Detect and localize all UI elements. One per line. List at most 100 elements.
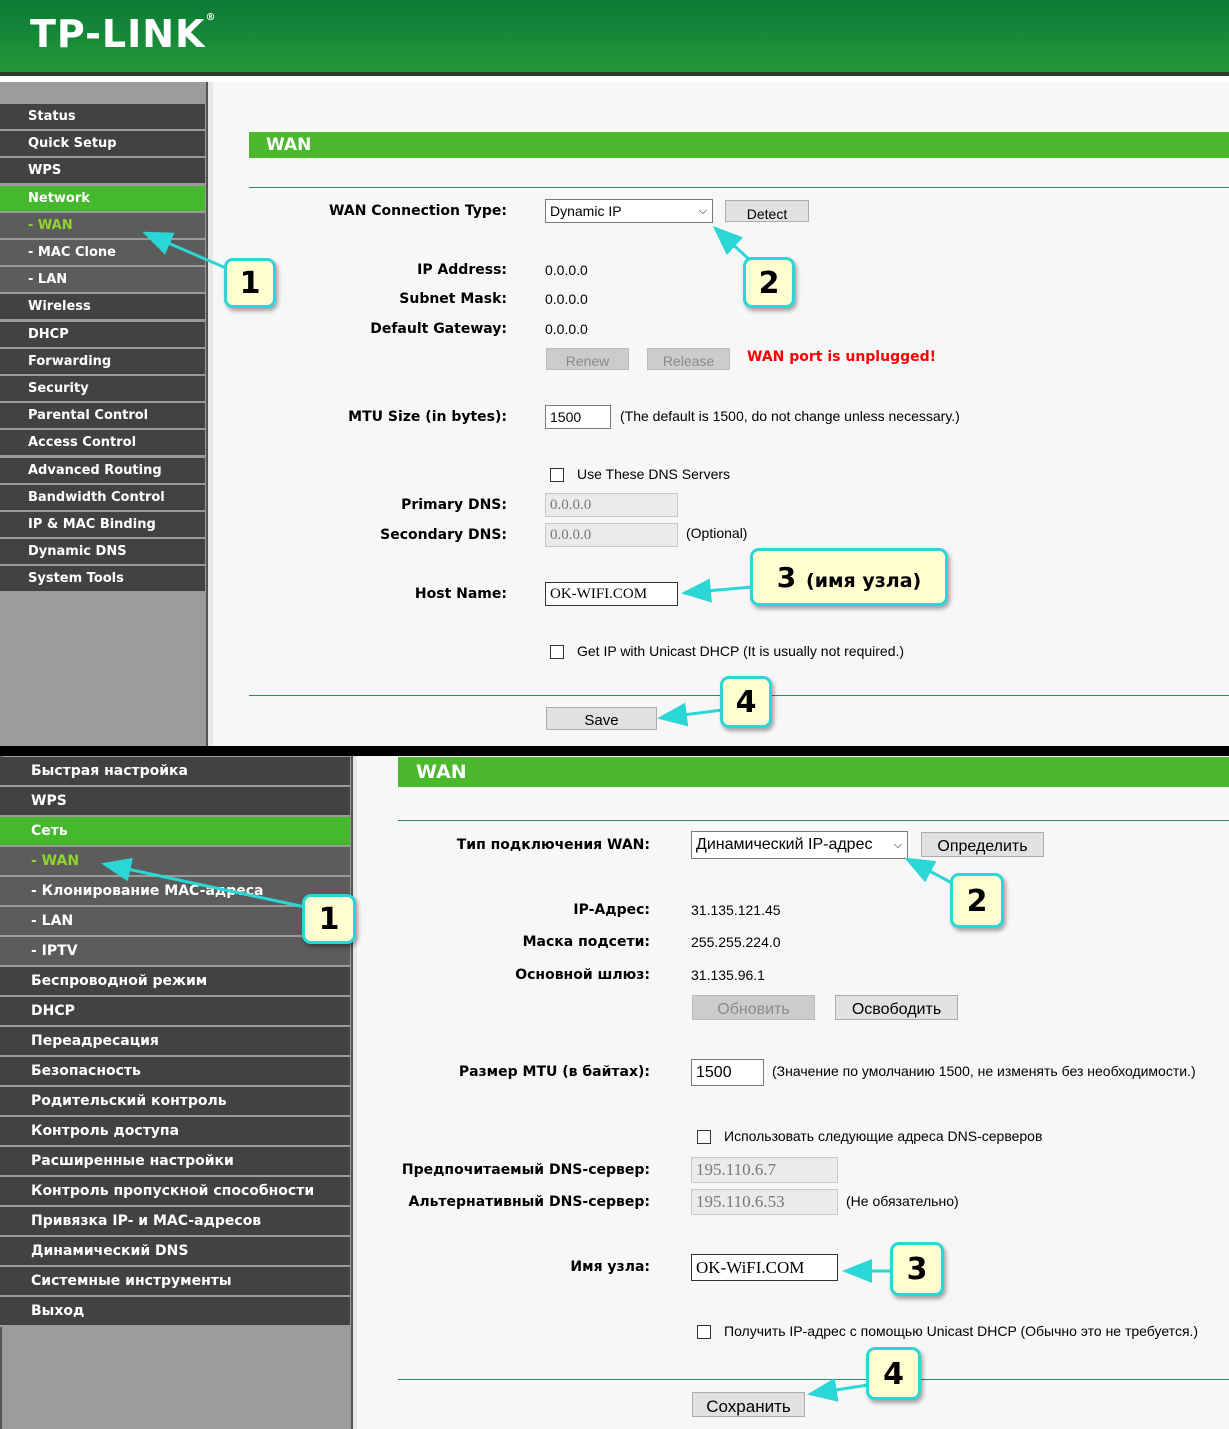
sidebar-item[interactable]: - LAN xyxy=(0,267,205,295)
release-button[interactable]: Release xyxy=(647,348,730,370)
sidebar-item[interactable]: WPS xyxy=(0,787,350,817)
use-dns-checkbox[interactable] xyxy=(697,1130,711,1144)
gateway-value: 31.135.96.1 xyxy=(691,967,765,983)
sidebar-item[interactable]: - Клонирование MAC-адреса xyxy=(0,877,350,907)
sidebar-item[interactable]: System Tools xyxy=(0,566,205,594)
sidebar-item[interactable]: - WAN xyxy=(0,212,205,240)
ip-label: IP Address: xyxy=(417,262,507,278)
sidebar-item[interactable]: Network xyxy=(0,185,205,213)
primary-dns-input[interactable]: 0.0.0.0 xyxy=(545,493,678,517)
host-name-input[interactable]: OK-WiFI.COM xyxy=(691,1254,838,1281)
sidebar-item[interactable]: Безопасность xyxy=(0,1057,350,1087)
sidebar-item[interactable]: Security xyxy=(0,376,205,403)
callout-4: 4 xyxy=(720,676,772,728)
release-button[interactable]: Освободить xyxy=(835,995,958,1020)
mtu-input[interactable]: 1500 xyxy=(691,1059,764,1086)
use-dns-label: Use These DNS Servers xyxy=(577,466,731,482)
wan-type-select[interactable]: Dynamic IP ⌵ xyxy=(545,199,713,223)
sidebar-item[interactable]: Access Control xyxy=(0,430,205,458)
wan-type-value: Dynamic IP xyxy=(550,203,622,219)
sidebar-item[interactable]: Wireless xyxy=(0,294,205,322)
sidebar-item[interactable]: Контроль пропускной способности xyxy=(0,1177,350,1207)
secondary-dns-label: Secondary DNS: xyxy=(380,527,507,543)
separator xyxy=(0,746,1229,756)
sidebar-item[interactable]: DHCP xyxy=(0,997,350,1027)
tp-link-logo: TP-LINK® xyxy=(30,12,217,56)
arrow-2-bot xyxy=(904,857,953,885)
gateway-value: 0.0.0.0 xyxy=(545,321,588,337)
sidebar-item[interactable]: Расширенные настройки маршрутизации xyxy=(0,1147,350,1197)
sidebar-item[interactable]: Родительский контроль xyxy=(0,1087,350,1117)
save-button[interactable]: Сохранить xyxy=(692,1392,805,1417)
mask-label: Маска подсети: xyxy=(522,934,650,950)
sidebar-item[interactable]: - IPTV xyxy=(0,937,350,967)
sidebar-divider xyxy=(351,756,357,1429)
host-name-input[interactable]: OK-WIFI.COM xyxy=(545,582,678,606)
gateway-label: Основной шлюз: xyxy=(515,967,650,983)
unicast-dhcp-label: Get IP with Unicast DHCP (It is usually … xyxy=(577,643,905,659)
wan-type-value: Динамический IP-адрес xyxy=(696,836,873,853)
sidebar-item[interactable]: - LAN xyxy=(0,907,350,937)
sidebar-item[interactable]: Forwarding xyxy=(0,348,205,376)
callout-3: 3 (имя узла) xyxy=(750,548,948,606)
sidebar-item[interactable]: IP & MAC Binding xyxy=(0,512,205,539)
sidebar-item[interactable]: Выход xyxy=(0,1297,350,1327)
sidebar-item[interactable]: Контроль доступа xyxy=(0,1117,350,1147)
sidebar-item[interactable]: DHCP xyxy=(0,321,205,349)
optional-note: (Не обязательно) xyxy=(846,1193,959,1209)
sidebar-item[interactable]: - WAN xyxy=(0,847,350,877)
sidebar-item[interactable]: Беспроводной режим xyxy=(0,967,350,997)
unicast-dhcp-checkbox[interactable] xyxy=(697,1325,711,1339)
arrow-2-top xyxy=(712,225,754,264)
sidebar-item[interactable]: Динамический DNS xyxy=(0,1237,350,1267)
detect-button[interactable]: Detect xyxy=(725,200,809,222)
use-dns-checkbox[interactable] xyxy=(550,468,564,482)
sidebar-item[interactable]: Parental Control xyxy=(0,403,205,431)
mtu-input[interactable]: 1500 xyxy=(545,405,611,429)
chevron-down-icon: ⌵ xyxy=(698,205,707,217)
primary-dns-input[interactable]: 195.110.6.7 xyxy=(691,1157,838,1183)
sidebar-item[interactable]: Привязка IP- и MAC-адресов xyxy=(0,1207,350,1237)
chevron-down-icon: ⌵ xyxy=(893,839,902,851)
sidebar-item[interactable]: Системные инструменты xyxy=(0,1267,350,1297)
sidebar-item[interactable]: Status xyxy=(0,104,205,131)
unicast-dhcp-label: Получить IP-адрес с помощью Unicast DHCP… xyxy=(724,1323,1199,1339)
primary-dns-label: Предпочитаемый DNS-сервер: xyxy=(401,1162,650,1178)
sidebar-item[interactable]: Dynamic DNS xyxy=(0,539,205,567)
sidebar-item[interactable]: Quick Setup xyxy=(0,131,205,159)
callout-4: 4 xyxy=(866,1347,921,1400)
arrow-4-top xyxy=(657,702,723,727)
callout-1: 1 xyxy=(302,894,356,944)
ip-value: 31.135.121.45 xyxy=(691,902,781,918)
wan-status-error: WAN port is unplugged! xyxy=(747,349,937,365)
arrow-4-bot xyxy=(807,1378,869,1402)
sidebar-item[interactable]: Переадресация xyxy=(0,1027,350,1057)
optional-note: (Optional) xyxy=(686,525,748,541)
detect-button[interactable]: Определить xyxy=(921,832,1044,857)
host-name-label: Host Name: xyxy=(414,586,507,602)
sidebar-item[interactable]: Быстрая настройка xyxy=(0,757,350,787)
callout-3-number: 3 xyxy=(776,561,797,594)
mask-value: 0.0.0.0 xyxy=(545,291,588,307)
save-button[interactable]: Save xyxy=(546,707,657,730)
unicast-dhcp-checkbox[interactable] xyxy=(550,645,564,659)
wan-type-label: Тип подключения WAN: xyxy=(456,837,650,853)
mtu-note: (The default is 1500, do not change unle… xyxy=(620,408,960,424)
page-title: WAN xyxy=(249,132,1229,158)
ip-value: 0.0.0.0 xyxy=(545,262,588,278)
wan-type-select[interactable]: Динамический IP-адрес ⌵ xyxy=(691,831,908,859)
secondary-dns-input[interactable]: 195.110.6.53 xyxy=(691,1189,838,1215)
sidebar-item[interactable]: Сеть xyxy=(0,817,350,847)
sidebar-item[interactable]: Bandwidth Control xyxy=(0,484,205,512)
sidebar-item[interactable]: - MAC Clone xyxy=(0,240,205,267)
renew-button[interactable]: Обновить xyxy=(692,995,815,1020)
divider xyxy=(398,1379,1229,1380)
secondary-dns-input[interactable]: 0.0.0.0 xyxy=(545,523,678,547)
host-name-label: Имя узла: xyxy=(570,1259,650,1275)
sidebar-item[interactable]: WPS xyxy=(0,158,205,186)
sidebar-item[interactable]: Advanced Routing xyxy=(0,457,205,485)
header-banner: TP-LINK® xyxy=(0,0,1229,76)
renew-button[interactable]: Renew xyxy=(546,348,629,370)
callout-1: 1 xyxy=(224,258,276,308)
mtu-label: Размер MTU (в байтах): xyxy=(458,1064,650,1080)
